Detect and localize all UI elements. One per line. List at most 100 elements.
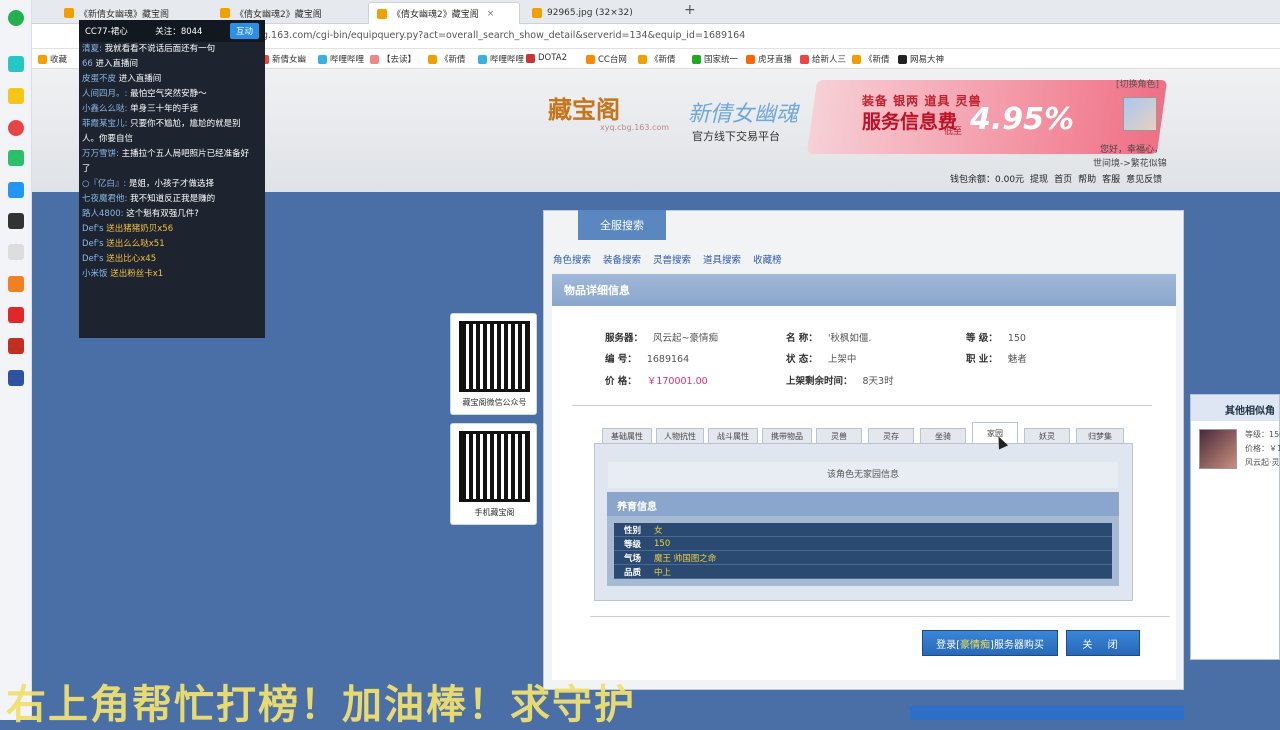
bookmark-item[interactable]: 虎牙直播 <box>746 53 792 65</box>
tab-favicon <box>64 8 74 18</box>
bookmark-label: 《新倩 <box>650 55 676 65</box>
bookmark-favicon-icon <box>692 54 701 64</box>
breed-row: 性别 女 <box>614 523 1112 537</box>
chat-line: 路人4800: 这个魁有双强几件? <box>79 207 265 222</box>
bookmark-item[interactable]: 《新倩 <box>852 53 890 65</box>
follow-count: 关注：8044 <box>155 27 203 37</box>
search-link[interactable]: 灵兽搜索 <box>653 252 691 266</box>
chat-line: 人间四月。: 最怕空气突然安静～ <box>79 87 265 102</box>
bookmark-label: 给新人三 <box>812 55 847 65</box>
bookmark-item[interactable]: 给新人三 <box>800 53 846 65</box>
bookmark-item[interactable]: 新倩女幽 <box>260 53 306 65</box>
app-icon[interactable] <box>8 56 24 72</box>
chat-text: 送出么么哒 <box>106 239 149 249</box>
chat-text: 送出比心 <box>106 254 141 264</box>
app-dark-icon[interactable] <box>8 213 24 229</box>
top-nav: 钱包余额：0.00元 提现 首页 帮助 客服 意见反馈 <box>950 172 1162 185</box>
tab-3[interactable]: 《倩女幽魂2》藏宝阁 × <box>368 2 520 24</box>
info-field: 服务器： 风云起~豪情痴 <box>605 330 718 344</box>
app-red-icon[interactable] <box>8 307 24 323</box>
bookmark-item[interactable]: CC台网 <box>586 53 627 65</box>
doc-icon[interactable] <box>8 244 24 260</box>
app-p-icon[interactable] <box>8 182 24 198</box>
promo-low-text: 低至 <box>944 127 963 137</box>
search-link[interactable]: 道具搜索 <box>703 252 741 266</box>
game-logo: 新倩女幽魂 <box>688 102 799 127</box>
bookmark-favicon-icon <box>638 54 647 64</box>
top-nav-link[interactable]: 首页 <box>1054 172 1072 185</box>
detail-title: 物品详细信息 <box>552 274 1176 306</box>
item-tab[interactable]: 携带物品 <box>762 428 812 444</box>
info-field: 上架剩余时间： 8天3时 <box>786 373 894 387</box>
game2-icon[interactable] <box>8 370 24 386</box>
top-nav-link[interactable]: 提现 <box>1030 172 1048 185</box>
game-icon[interactable] <box>8 338 24 354</box>
bookmark-label: 《新倩 <box>864 55 890 65</box>
item-tab[interactable]: 归梦集 <box>1076 428 1124 444</box>
gift-count: x45 <box>140 254 157 264</box>
chat-text: 最怕空气突然安静～ <box>130 89 207 99</box>
item-tab[interactable]: 战斗属性 <box>708 428 758 444</box>
bookmark-item[interactable]: 《新倩 <box>638 53 676 65</box>
grid-icon[interactable] <box>8 276 24 292</box>
cbg-logo[interactable]: 藏宝阁 <box>548 90 620 125</box>
url-text[interactable]: g.163.com/cgi-bin/equipquery.py?act=over… <box>262 30 745 41</box>
star-icon[interactable] <box>8 88 24 104</box>
item-tab[interactable]: 灵存 <box>868 428 914 444</box>
avatar[interactable] <box>1123 97 1157 131</box>
similar-avatar[interactable] <box>1199 429 1237 469</box>
close-icon[interactable]: × <box>487 9 495 19</box>
item-tab[interactable]: 基础属性 <box>602 428 652 444</box>
search-link[interactable]: 角色搜索 <box>553 252 591 266</box>
chat-line: ○『亿白』: 是姐，小孩子才做选择 <box>79 177 265 192</box>
info-label: 价 格： <box>605 376 637 387</box>
chat-line: 皮蛋不皮 进入直播间 <box>79 72 265 87</box>
bookmark-item[interactable]: 哔哩哔哩 <box>318 53 364 65</box>
info-label: 等 级： <box>966 333 998 344</box>
mail-icon[interactable] <box>8 150 24 166</box>
no-house-message: 该角色无家园信息 <box>608 462 1118 488</box>
top-nav-link[interactable]: 意见反馈 <box>1126 172 1162 185</box>
item-tab[interactable]: 坐骑 <box>920 428 966 444</box>
top-nav-link[interactable]: 客服 <box>1102 172 1120 185</box>
chat-text: 进入直播间 <box>118 74 162 84</box>
bookmark-item[interactable]: 《新倩 <box>428 53 466 65</box>
chat-user: 人间四月。: <box>82 89 128 99</box>
browser-logo-icon[interactable] <box>8 10 24 26</box>
chat-text: 我不知道反正我是赚的 <box>130 194 216 204</box>
chat-user: 小米饭 <box>82 269 108 279</box>
search-link[interactable]: 装备搜索 <box>603 252 641 266</box>
item-tab[interactable]: 人物抗性 <box>656 428 704 444</box>
new-tab-plus-icon[interactable]: + <box>684 2 696 18</box>
bookmark-item[interactable]: 收藏 <box>38 53 67 65</box>
promo-main-text: 服务信息费 <box>862 111 958 133</box>
top-nav-link[interactable]: 帮助 <box>1078 172 1096 185</box>
similar-roles-panel: 其他相似角 等级：150 价格：￥1 风云起·灵风 <box>1190 394 1280 660</box>
close-button[interactable]: 关 闭 <box>1066 630 1140 656</box>
bookmark-item[interactable]: 国家统一 <box>692 53 738 65</box>
bookmark-item[interactable]: 【去读】 <box>370 53 416 65</box>
tab-all-server-search[interactable]: 全服搜索 <box>578 210 666 240</box>
bookmark-favicon-icon <box>318 54 327 64</box>
similar-server: 风云起·灵风 <box>1245 458 1280 467</box>
breed-value: 中上 <box>654 567 672 578</box>
weibo-icon[interactable] <box>8 120 24 136</box>
switch-role-link[interactable]: [切换角色] <box>1116 77 1159 90</box>
chat-user: Def's <box>82 239 104 249</box>
item-tab[interactable]: 妖灵 <box>1024 428 1070 444</box>
bookmark-item[interactable]: 网易大神 <box>898 53 944 65</box>
server-info[interactable]: 世间境->繁花似锦 <box>1093 156 1167 169</box>
info-value: 魅者 <box>1007 354 1027 365</box>
interact-button[interactable]: 互动 <box>229 23 259 39</box>
gift-count: x56 <box>157 224 174 234</box>
bookmark-favicon-icon <box>586 54 595 64</box>
item-tab[interactable]: 灵兽 <box>816 428 862 444</box>
chat-text: 进入直播间 <box>95 59 139 69</box>
tab-4[interactable]: 92965.jpg (32×32) <box>524 2 674 24</box>
chat-user: 皮蛋不皮 <box>82 74 117 84</box>
similar-level: 等级：150 <box>1245 430 1280 439</box>
buy-button[interactable]: 登录[豪情痴]服务器购买 <box>922 630 1058 656</box>
bookmark-item[interactable]: 哔哩哔哩 <box>478 53 524 65</box>
search-link[interactable]: 收藏榜 <box>753 252 782 266</box>
bookmark-item[interactable]: DOTA2 <box>526 53 567 63</box>
